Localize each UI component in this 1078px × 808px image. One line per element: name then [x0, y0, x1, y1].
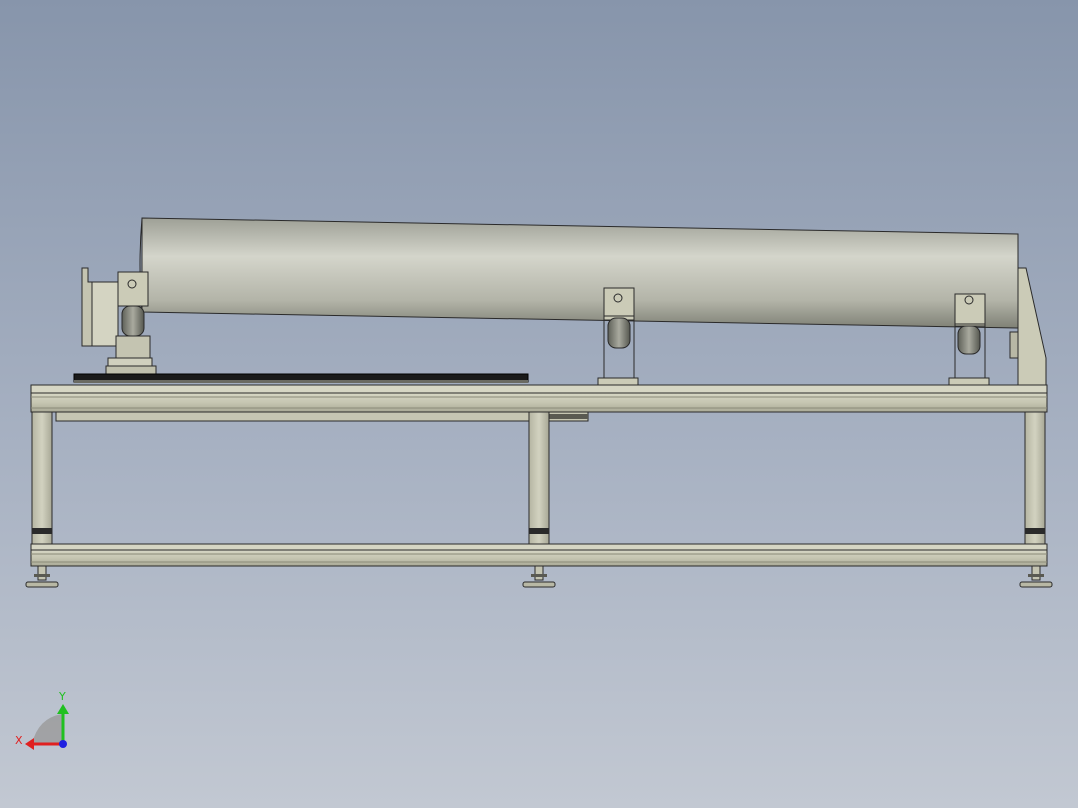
support-roller-right[interactable]	[948, 293, 990, 386]
frame-leg-middle[interactable]	[528, 411, 550, 545]
triad-y-label: Y	[58, 690, 66, 703]
z-axis-dot	[59, 740, 67, 748]
triad-plane-icon	[32, 714, 62, 744]
leveling-foot-right[interactable]	[1019, 565, 1053, 588]
support-roller-middle[interactable]	[597, 287, 639, 386]
triad-x-label: X	[15, 734, 23, 747]
frame-bottom-beam[interactable]	[30, 543, 1048, 567]
drive-motor[interactable]	[81, 267, 157, 383]
linear-rail[interactable]	[73, 373, 529, 383]
frame-leg-right[interactable]	[1024, 411, 1046, 545]
coordinate-triad: Y X	[15, 690, 69, 750]
leveling-foot-middle[interactable]	[522, 565, 556, 588]
cylinder-tube[interactable]	[139, 217, 1019, 329]
leveling-foot-left[interactable]	[25, 565, 59, 588]
cad-model-scene[interactable]: Y X	[0, 0, 1078, 808]
graphics-viewport[interactable]: Y X	[0, 0, 1078, 808]
frame-leg-left[interactable]	[31, 411, 53, 545]
